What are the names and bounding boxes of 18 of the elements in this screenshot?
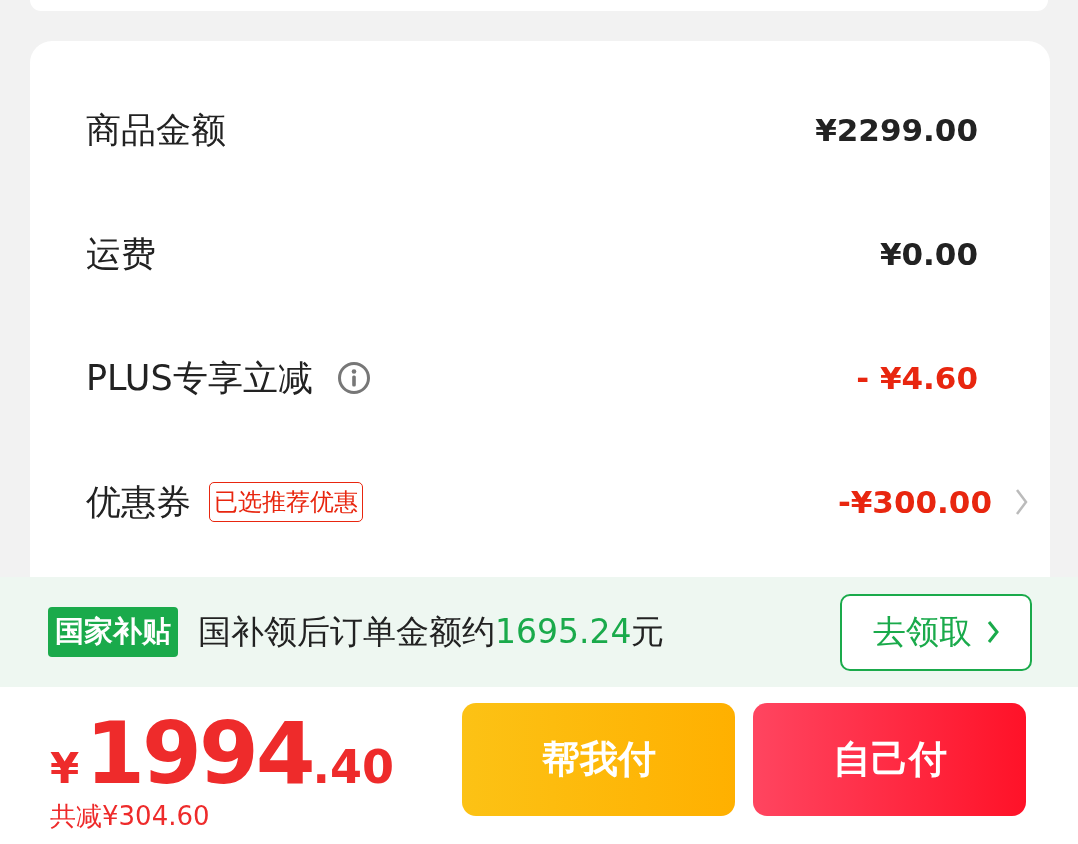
pay-button[interactable]: 自己付 <box>753 703 1026 816</box>
row-value: ¥0.00 <box>879 236 978 272</box>
row-label: 优惠券 <box>86 480 191 524</box>
recommended-tag: 已选推荐优惠 <box>209 482 363 522</box>
pay-button[interactable]: 帮我付 <box>462 703 735 816</box>
row-value: - ¥4.60 <box>856 360 978 396</box>
subsidy-text: 国补领后订单金额约1695.24元 <box>198 610 665 653</box>
row-label: PLUS专享立减 <box>86 356 313 400</box>
row-value: ¥2299.00 <box>815 112 978 148</box>
row-label: 商品金额 <box>86 108 226 152</box>
saved-amount: 共减¥304.60 <box>50 800 211 833</box>
info-icon[interactable] <box>336 361 371 395</box>
subsidy-badge: 国家补贴 <box>48 607 178 657</box>
row-label: 运费 <box>86 232 156 276</box>
chevron-icon <box>985 619 1000 645</box>
claim-button[interactable]: 去领取 <box>840 593 1032 671</box>
row-value: -¥300.00 <box>837 484 992 520</box>
total-price: ¥1994.40 <box>50 703 395 793</box>
